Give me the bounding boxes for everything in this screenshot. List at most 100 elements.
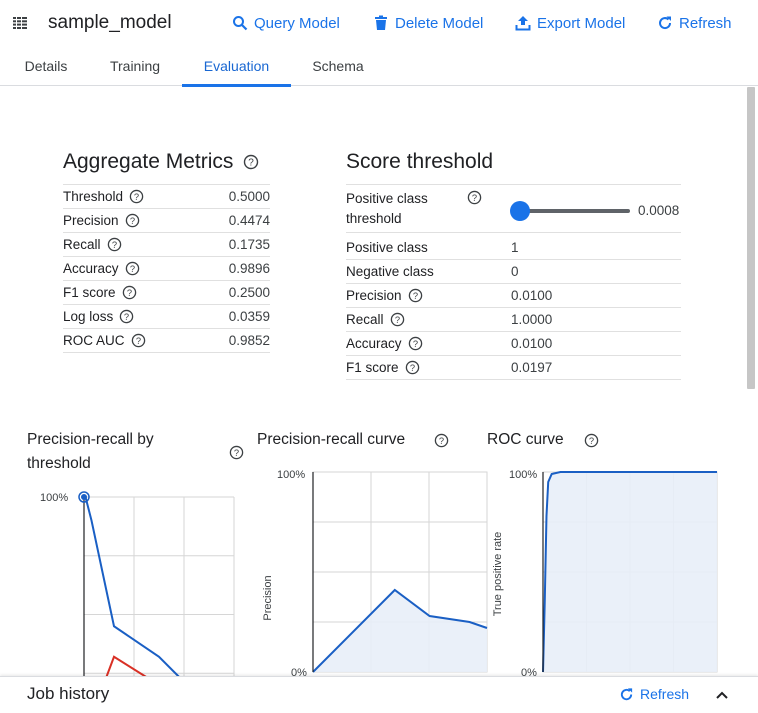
delete-model-label: Delete Model (395, 14, 484, 32)
help-icon[interactable]: ? (229, 445, 244, 460)
metric-value: 0.9852 (228, 333, 270, 348)
score-label-text: Positive class (346, 240, 428, 255)
help-icon[interactable]: ? (408, 336, 423, 351)
score-label: Recall? (346, 312, 405, 327)
ytick-100: 100% (40, 492, 68, 504)
metric-label: Recall? (63, 237, 122, 252)
threshold-label-line1: Positive class (346, 191, 428, 206)
roc-area (543, 472, 717, 672)
metric-label-text: ROC AUC (63, 333, 125, 348)
score-label-text: Negative class (346, 264, 434, 279)
refresh-button[interactable]: Refresh (657, 12, 732, 34)
metric-value: 0.0359 (228, 309, 270, 324)
metric-label: F1 score? (63, 285, 137, 300)
metric-row: Recall? 0.1735 (63, 233, 270, 257)
metric-label: Log loss? (63, 309, 134, 324)
metric-row: Threshold? 0.5000 (63, 185, 270, 209)
roc-chart: 100% 0% True positive rate (492, 469, 718, 679)
ytick-top: 100% (509, 469, 537, 481)
delete-model-button[interactable]: Delete Model (373, 12, 483, 34)
score-label-text: Accuracy (346, 336, 402, 351)
tab-evaluation[interactable]: Evaluation (182, 46, 291, 87)
pr-threshold-title-line2: threshold (27, 455, 91, 472)
metric-value: 0.2500 (228, 285, 270, 300)
y-axis-label: Precision (262, 575, 274, 620)
tab-schema[interactable]: Schema (302, 46, 374, 86)
job-history-refresh-button[interactable]: Refresh (619, 686, 689, 702)
help-icon[interactable]: ? (131, 333, 146, 348)
metric-label-text: Accuracy (63, 261, 119, 276)
svg-text:?: ? (129, 216, 134, 226)
help-icon[interactable]: ? (119, 309, 134, 324)
help-icon[interactable]: ? (122, 285, 137, 300)
refresh-icon (620, 687, 633, 700)
score-row: Precision? 0.0100 (346, 284, 681, 308)
tab-details[interactable]: Details (10, 46, 82, 86)
svg-text:?: ? (409, 363, 414, 373)
metric-row: Precision? 0.4474 (63, 209, 270, 233)
score-threshold-title: Score threshold (346, 150, 494, 173)
app-header: sample_model Query Model Delete Model Ex… (0, 0, 758, 46)
score-label: Negative class (346, 264, 434, 279)
job-history-refresh-label: Refresh (640, 686, 690, 702)
help-icon[interactable]: ? (125, 213, 140, 228)
aggregate-metrics-title-text: Aggregate Metrics (63, 150, 234, 173)
help-icon[interactable]: ? (107, 237, 122, 252)
score-value: 1 (511, 240, 519, 255)
job-history-title: Job history (27, 684, 110, 703)
svg-text:?: ? (248, 158, 254, 169)
svg-text:?: ? (394, 315, 399, 325)
score-value: 0.0100 (511, 288, 553, 303)
search-icon (233, 16, 248, 31)
query-model-button[interactable]: Query Model (232, 12, 340, 34)
metric-value: 0.1735 (228, 237, 270, 252)
pr-curve-title: Precision-recall curve (257, 431, 406, 448)
metric-label: Threshold? (63, 189, 144, 204)
svg-text:?: ? (134, 192, 139, 202)
score-row: Negative class 0 (346, 260, 681, 284)
help-icon[interactable]: ? (467, 190, 482, 205)
help-icon[interactable]: ? (125, 261, 140, 276)
chevron-up-icon[interactable] (714, 687, 730, 703)
export-model-button[interactable]: Export Model (515, 12, 625, 34)
help-icon[interactable]: ? (405, 360, 420, 375)
help-icon[interactable]: ? (434, 433, 449, 448)
refresh-label: Refresh (679, 14, 732, 32)
pr-threshold-title-line1: Precision-recall by (27, 431, 154, 448)
table-icon (13, 17, 27, 29)
metric-row: Accuracy? 0.9896 (63, 257, 270, 281)
help-icon[interactable]: ? (408, 288, 423, 303)
help-icon[interactable]: ? (243, 154, 259, 170)
query-model-label: Query Model (254, 14, 340, 32)
score-value: 0.0100 (511, 336, 553, 351)
upload-icon (515, 16, 531, 31)
score-row: Recall? 1.0000 (346, 308, 681, 332)
score-threshold-table: Positive class 1 Negative class 0 Precision?… (346, 236, 681, 380)
tab-training[interactable]: Training (99, 46, 171, 86)
metric-label: Accuracy? (63, 261, 140, 276)
threshold-slider-handle[interactable] (510, 201, 530, 221)
svg-text:?: ? (135, 336, 140, 346)
metric-row: Log loss? 0.0359 (63, 305, 270, 329)
trash-icon (375, 15, 387, 30)
pr-curve-chart: 100% 0% Precision (262, 469, 488, 679)
svg-text:?: ? (439, 436, 444, 446)
threshold-slider-track[interactable] (520, 209, 630, 213)
roc-curve-title: ROC curve (487, 431, 564, 448)
score-label: F1 score? (346, 360, 420, 375)
scrollbar-thumb[interactable] (747, 87, 755, 389)
svg-text:?: ? (589, 436, 594, 446)
svg-text:?: ? (111, 240, 116, 250)
score-value: 1.0000 (511, 312, 553, 327)
metric-label-text: Threshold (63, 189, 124, 204)
help-icon[interactable]: ? (129, 189, 144, 204)
help-icon[interactable]: ? (390, 312, 405, 327)
metric-value: 0.5000 (228, 189, 270, 204)
svg-text:?: ? (412, 291, 417, 301)
metric-value: 0.4474 (228, 213, 270, 228)
score-row: Accuracy? 0.0100 (346, 332, 681, 356)
pr-threshold-chart: 100% (40, 491, 235, 713)
pr-threshold-title: Precision-recall by threshold (27, 428, 154, 476)
score-label: Precision? (346, 288, 423, 303)
help-icon[interactable]: ? (584, 433, 599, 448)
